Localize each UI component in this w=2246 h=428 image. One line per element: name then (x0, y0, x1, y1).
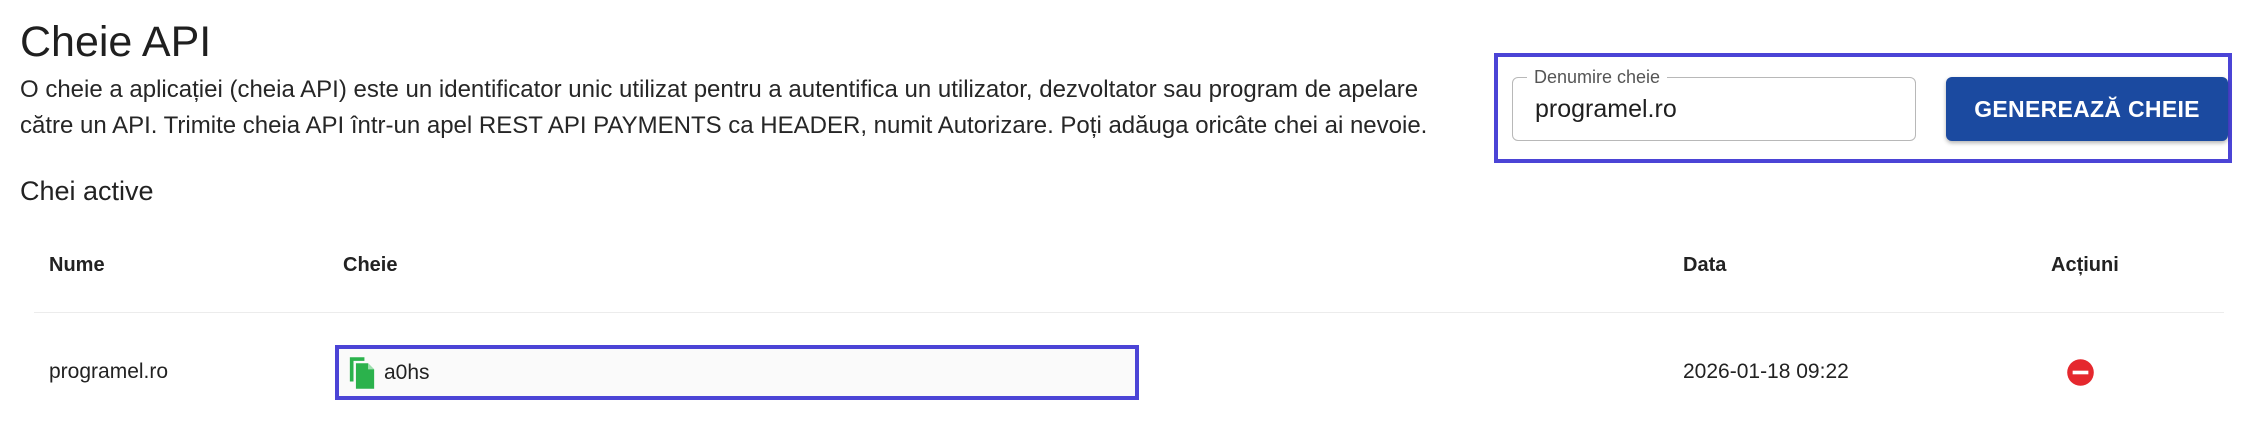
description-line-1: O cheie a aplicației (cheia API) este un… (20, 76, 1419, 103)
column-header-date: Data (1683, 254, 1727, 276)
column-header-name: Nume (49, 254, 105, 276)
active-keys-title: Chei active (20, 176, 154, 206)
generate-key-form: Denumire cheie programel.ro GENEREAZĂ CH… (1494, 53, 2232, 163)
generate-key-button[interactable]: GENEREAZĂ CHEIE (1946, 77, 2228, 141)
page-description: O cheie a aplicației (cheia API) este un… (20, 72, 1490, 144)
copy-icon[interactable] (347, 356, 377, 390)
key-name-cell: programel.ro (49, 360, 169, 383)
page-title: Cheie API (20, 18, 212, 66)
table-header-divider (34, 312, 2224, 313)
api-key-value-box: a0hs (335, 345, 1139, 400)
key-date-cell: 2026-01-18 09:22 (1683, 360, 1849, 383)
key-name-input[interactable]: programel.ro (1535, 78, 1677, 140)
api-key-value: a0hs (384, 361, 430, 384)
column-header-key: Cheie (343, 254, 398, 276)
column-header-actions: Acțiuni (2051, 254, 2119, 276)
description-line-2: către un API. Trimite cheia API într-un … (20, 112, 1428, 139)
key-name-field[interactable]: Denumire cheie programel.ro (1512, 66, 1916, 141)
remove-circle-icon[interactable] (2066, 358, 2095, 387)
